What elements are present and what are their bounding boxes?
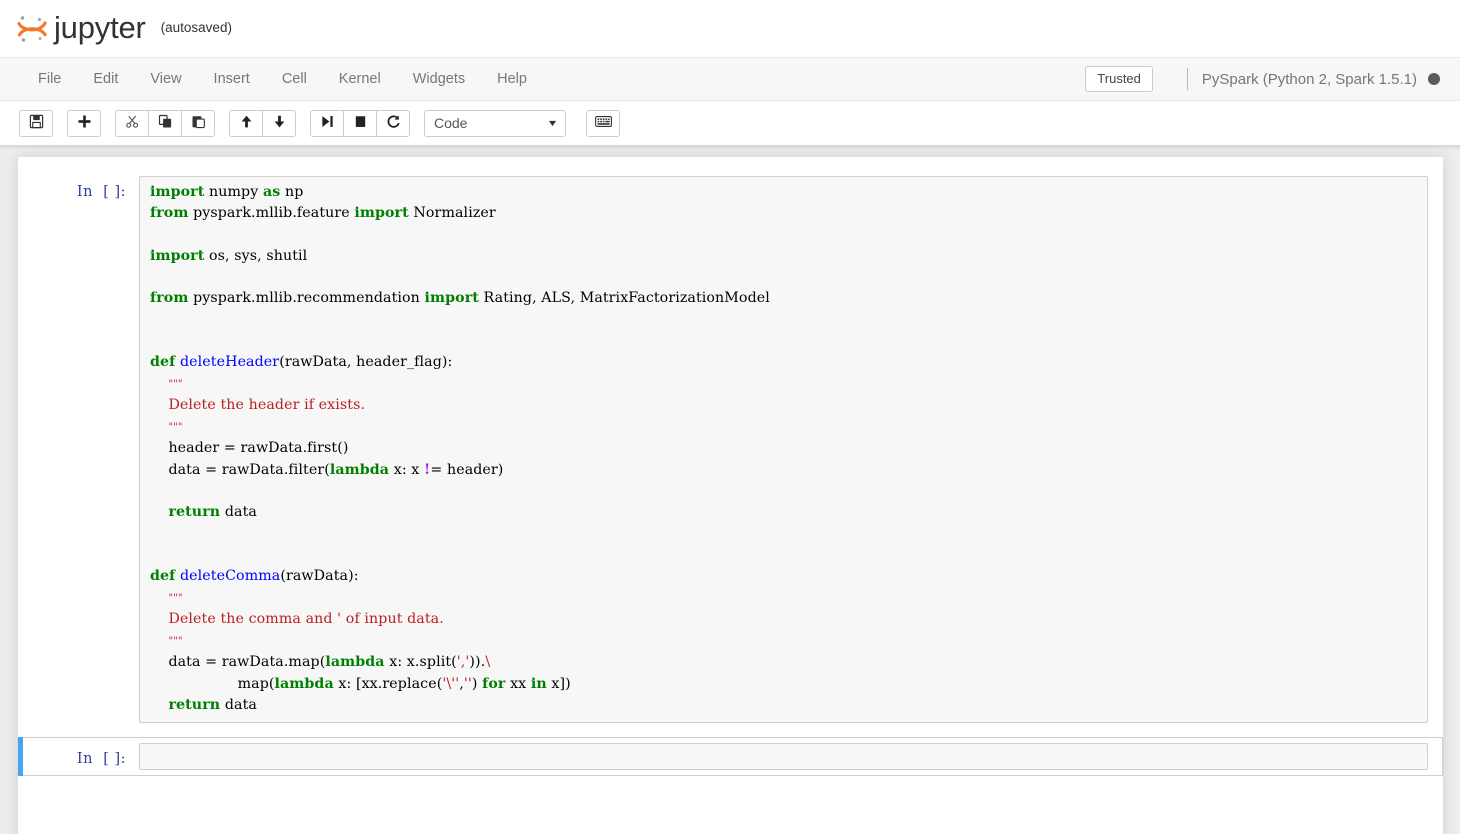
paste-icon bbox=[191, 114, 206, 132]
menu-item-insert[interactable]: Insert bbox=[198, 66, 266, 92]
menu-item-widgets[interactable]: Widgets bbox=[397, 66, 481, 92]
cell-input-area-2[interactable] bbox=[139, 743, 1428, 771]
toolbar-group-insert bbox=[67, 109, 101, 137]
brand-name: jupyter bbox=[54, 9, 146, 45]
toolbar-shadow bbox=[0, 145, 1460, 150]
restart-kernel-button[interactable] bbox=[376, 109, 410, 137]
move-cell-down-button[interactable] bbox=[262, 109, 296, 137]
cell-input-area-1[interactable]: import numpy as np from pyspark.mllib.fe… bbox=[139, 176, 1428, 724]
copy-cell-button[interactable] bbox=[148, 109, 182, 137]
menu-bar-right-group: Trusted PySpark (Python 2, Spark 1.5.1) bbox=[1085, 65, 1446, 93]
cut-cell-button[interactable] bbox=[115, 109, 149, 137]
toolbar-group-command-palette bbox=[586, 109, 620, 137]
menu-divider bbox=[1186, 68, 1188, 90]
menu-item-kernel[interactable]: Kernel bbox=[323, 66, 397, 92]
notebook-toolbar: Code ▼ bbox=[0, 101, 1460, 145]
code-cell-2[interactable]: In [ ]: bbox=[18, 737, 1443, 777]
kernel-name-label: PySpark (Python 2, Spark 1.5.1) bbox=[1201, 70, 1417, 88]
menu-bar: File Edit View Insert Cell Kernel Widget… bbox=[0, 57, 1460, 101]
save-button[interactable] bbox=[19, 109, 53, 137]
menu-item-help[interactable]: Help bbox=[481, 66, 543, 92]
cell-type-value: Code bbox=[434, 115, 468, 131]
arrow-up-icon bbox=[239, 114, 254, 132]
run-cell-button[interactable] bbox=[310, 109, 344, 137]
menu-item-file[interactable]: File bbox=[22, 66, 77, 92]
scissors-icon bbox=[125, 114, 140, 132]
jupyter-logo-link[interactable]: jupyter bbox=[12, 9, 146, 49]
move-cell-up-button[interactable] bbox=[229, 109, 263, 137]
stop-square-icon bbox=[353, 114, 368, 132]
toolbar-group-clipboard bbox=[115, 109, 215, 137]
toolbar-group-run bbox=[310, 109, 410, 137]
restart-circular-arrow-icon bbox=[386, 114, 401, 132]
kernel-idle-circle-icon[interactable] bbox=[1428, 73, 1440, 85]
cell-prompt-1: In [ ]: bbox=[76, 184, 126, 200]
menu-item-cell[interactable]: Cell bbox=[266, 66, 323, 92]
run-play-icon bbox=[320, 114, 335, 132]
keyboard-icon bbox=[594, 115, 612, 131]
toolbar-group-save bbox=[19, 109, 53, 137]
jupyter-logo-icon bbox=[12, 9, 52, 49]
open-command-palette-button[interactable] bbox=[586, 109, 620, 137]
arrow-down-icon bbox=[272, 114, 287, 132]
notebook-body: In [ ]: import numpy as np from pyspark.… bbox=[0, 145, 1460, 834]
paste-cell-button[interactable] bbox=[181, 109, 215, 137]
interrupt-kernel-button[interactable] bbox=[343, 109, 377, 137]
notebook-container: In [ ]: import numpy as np from pyspark.… bbox=[18, 157, 1443, 834]
trusted-indicator-button[interactable]: Trusted bbox=[1085, 65, 1153, 93]
autosave-status: (autosaved) bbox=[160, 20, 232, 35]
copy-icon bbox=[158, 114, 173, 132]
menu-item-view[interactable]: View bbox=[134, 66, 197, 92]
plus-icon bbox=[77, 114, 92, 132]
cell-prompt-2: In [ ]: bbox=[76, 751, 126, 768]
insert-cell-below-button[interactable] bbox=[67, 109, 101, 137]
code-cell-1[interactable]: In [ ]: import numpy as np from pyspark.… bbox=[18, 170, 1443, 729]
floppy-disk-icon bbox=[29, 114, 44, 132]
menu-item-edit[interactable]: Edit bbox=[77, 66, 134, 92]
toolbar-group-move bbox=[229, 109, 296, 137]
chevron-down-icon: ▼ bbox=[546, 118, 559, 128]
cell-type-dropdown[interactable]: Code ▼ bbox=[424, 109, 566, 137]
notebook-header: jupyter (autosaved) bbox=[0, 0, 1460, 57]
cell-source-1: import numpy as np from pyspark.mllib.fe… bbox=[150, 184, 770, 713]
